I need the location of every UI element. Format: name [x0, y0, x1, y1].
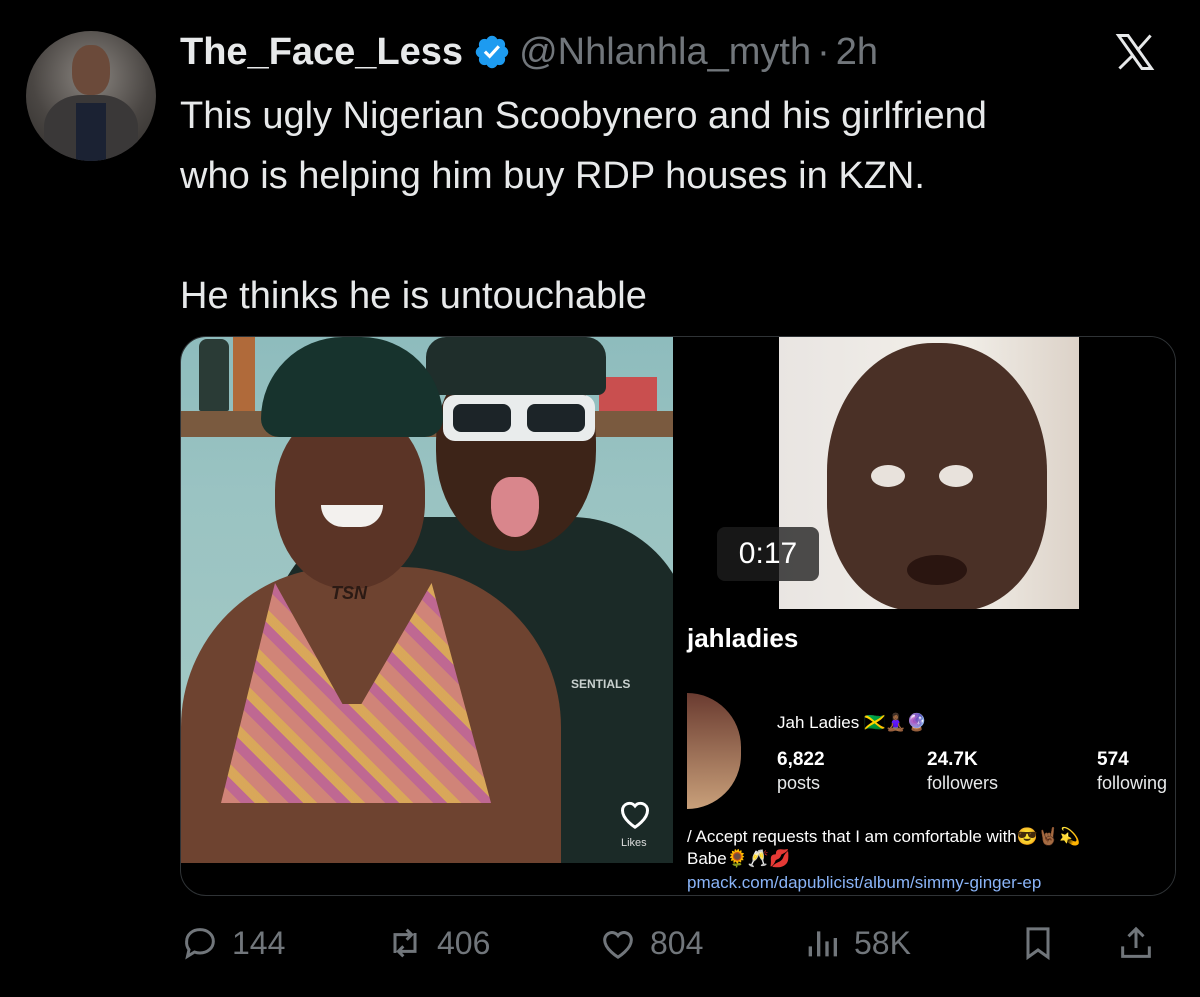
photo-woman-hat	[261, 337, 443, 437]
posts-count: 6,822	[777, 749, 825, 770]
tweet-action-bar: 144 406 804 58K	[180, 918, 1170, 968]
verified-badge-icon	[475, 35, 509, 69]
tweet-text-line: who is helping him buy RDP houses in KZN…	[180, 155, 925, 197]
media-divider	[673, 337, 687, 895]
tweet-text-line: He thinks he is untouchable	[180, 275, 647, 317]
video-duration-badge: 0:17	[717, 527, 819, 581]
tweet-media: SENTIALS TSN Likes 0:17 jahladies Jah La…	[180, 336, 1176, 896]
reply-button[interactable]: 144	[180, 918, 285, 968]
video-frame	[779, 337, 1079, 609]
share-icon	[1121, 926, 1151, 958]
photo-shirt-text: SENTIALS	[571, 677, 631, 691]
x-logo-icon	[1115, 34, 1155, 70]
profile-bio-line: / Accept requests that I am comfortable …	[687, 827, 1081, 846]
video-mouth	[907, 555, 967, 585]
like-icon	[603, 931, 633, 959]
photo-bottle	[199, 339, 229, 411]
photo-bottle	[233, 337, 255, 411]
photo-glasses	[443, 395, 595, 441]
photo-tongue	[491, 477, 539, 537]
tweet-timestamp[interactable]: 2h	[836, 31, 878, 74]
profile-avatar	[687, 693, 741, 809]
tweet-text: This ugly Nigerian Scoobynero and his gi…	[180, 86, 1170, 326]
following-label: following	[1097, 773, 1168, 793]
repost-button[interactable]: 406	[385, 918, 490, 968]
video-eye	[939, 465, 973, 487]
reply-icon	[185, 928, 215, 960]
like-count: 804	[650, 924, 704, 961]
avatar-face	[72, 45, 110, 95]
bookmark-button[interactable]	[1018, 918, 1058, 968]
posts-label: posts	[777, 773, 821, 793]
view-count: 58K	[854, 924, 911, 961]
tweet-text-line: This ugly Nigerian Scoobynero and his gi…	[180, 95, 987, 137]
followers-count: 24.7K	[927, 749, 978, 770]
profile-bio-line: Babe🌻🥂💋	[687, 849, 791, 868]
avatar-shirt	[76, 103, 106, 161]
author-handle[interactable]: @Nhlanhla_myth	[519, 31, 811, 74]
profile-stat-posts: 6,822 posts	[777, 749, 825, 794]
bookmark-icon	[1026, 927, 1050, 961]
views-button[interactable]: 58K	[802, 918, 911, 968]
likes-overlay-label: Likes	[621, 837, 647, 849]
author-name[interactable]: The_Face_Less	[180, 31, 463, 74]
photo-man-hat	[426, 337, 606, 395]
like-button[interactable]: 804	[598, 918, 703, 968]
views-icon	[808, 931, 837, 957]
photo-box	[599, 377, 657, 411]
tweet-header: The_Face_Less @Nhlanhla_myth · 2h	[180, 28, 878, 76]
video-eye	[871, 465, 905, 487]
followers-label: followers	[927, 773, 999, 793]
instagram-profile-screenshot: jahladies Jah Ladies 🇯🇲🧘🏾‍♀️🔮 6,822 post…	[687, 619, 1175, 895]
profile-display-name: Jah Ladies 🇯🇲🧘🏾‍♀️🔮	[777, 713, 928, 732]
media-photo[interactable]: SENTIALS TSN Likes	[181, 337, 673, 863]
profile-username: jahladies	[687, 623, 799, 653]
profile-bio-link: pmack.com/dapublicist/album/simmy-ginger…	[687, 873, 1042, 892]
author-avatar[interactable]	[26, 31, 156, 161]
heart-icon	[621, 801, 649, 829]
following-count: 574	[1097, 749, 1129, 770]
repost-count: 406	[437, 924, 491, 961]
profile-stat-following: 574 following	[1097, 749, 1167, 794]
header-separator: ·	[817, 30, 830, 73]
reply-count: 144	[232, 924, 286, 961]
photo-tattoo-text: TSN	[331, 583, 367, 603]
profile-stat-followers: 24.7K followers	[927, 749, 998, 794]
repost-icon	[393, 928, 417, 958]
share-button[interactable]	[1116, 918, 1156, 968]
